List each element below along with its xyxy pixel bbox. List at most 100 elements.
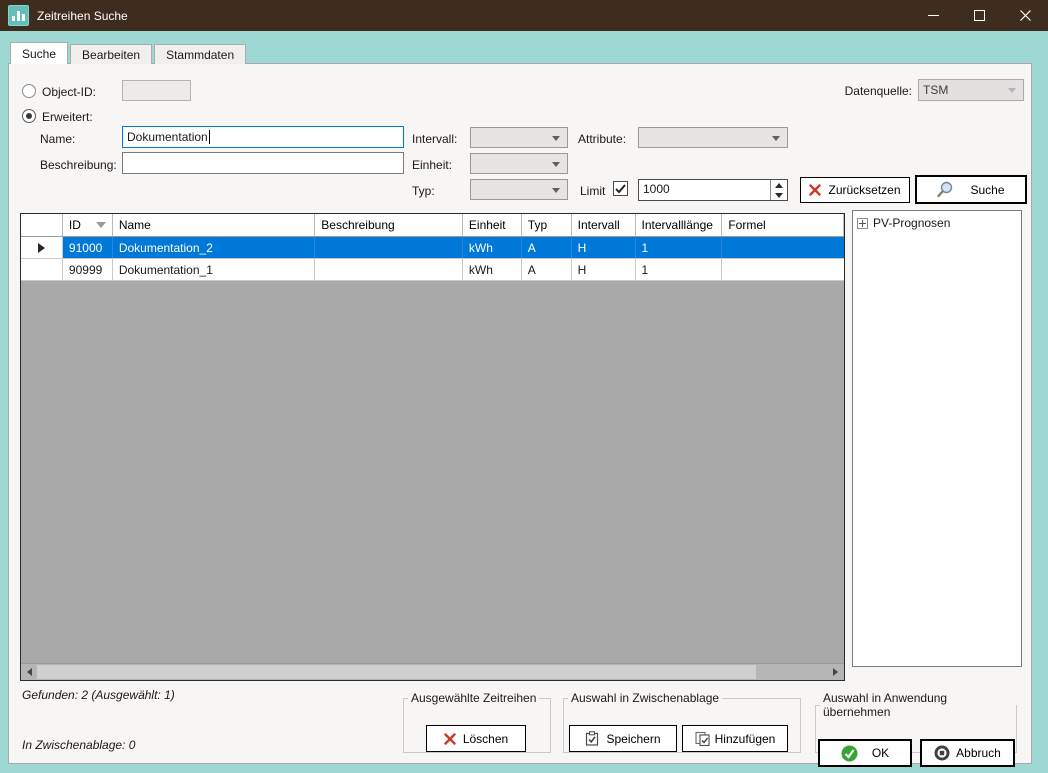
loeschen-button[interactable]: Löschen (426, 725, 526, 752)
hinzufuegen-button[interactable]: Hinzufügen (682, 725, 788, 752)
ok-button[interactable]: OK (818, 739, 912, 767)
einheit-select[interactable] (470, 153, 568, 174)
cell-formel[interactable] (722, 237, 844, 258)
cell-formel[interactable] (722, 259, 844, 280)
object-id-input[interactable] (122, 80, 191, 101)
cell-name[interactable]: Dokumentation_1 (113, 259, 315, 280)
cancel-stop-icon (934, 745, 950, 761)
name-input[interactable]: Dokumentation (122, 126, 404, 148)
grid-header-selector[interactable] (21, 214, 63, 236)
tab-suche[interactable]: Suche (10, 42, 68, 64)
results-grid: ID Name Beschreibung Einheit Typ Interva… (20, 213, 845, 681)
limit-checkbox[interactable] (613, 181, 628, 196)
table-row[interactable]: 91000 Dokumentation_2 kWh A H 1 (21, 237, 844, 259)
selected-series-group-title: Ausgewählte Zeitreihen (408, 691, 539, 705)
found-status: Gefunden: 2 (Ausgewählt: 1) (22, 688, 175, 702)
tab-strip: Suche Bearbeiten Stammdaten (10, 42, 248, 64)
limit-spinbox[interactable]: 1000 (638, 179, 788, 201)
tab-stammdaten[interactable]: Stammdaten (154, 44, 246, 64)
grid-header-einheit[interactable]: Einheit (463, 214, 522, 236)
tree-expand-icon[interactable] (857, 218, 868, 229)
minimize-icon (928, 10, 939, 21)
erweitert-radio[interactable] (22, 109, 36, 123)
window-title: Zeitreihen Suche (37, 9, 128, 23)
row-selector-cell[interactable] (21, 259, 63, 280)
cell-id[interactable]: 91000 (63, 237, 113, 258)
title-bar[interactable]: Zeitreihen Suche (0, 0, 1048, 31)
chevron-down-icon (1008, 88, 1016, 93)
search-icon (937, 181, 954, 198)
maximize-icon (974, 10, 985, 21)
spinner-buttons[interactable] (770, 180, 787, 200)
intervall-select[interactable] (470, 127, 568, 148)
cell-beschreibung[interactable] (315, 259, 463, 280)
cell-intervalllaenge[interactable]: 1 (636, 259, 723, 280)
app-window: Zeitreihen Suche Suche Bearbeiten Stammd… (0, 0, 1048, 773)
einheit-label: Einheit: (412, 158, 452, 172)
grid-header-intervalllaenge[interactable]: Intervalllänge (636, 214, 723, 236)
datenquelle-label: Datenquelle: (832, 84, 912, 98)
cell-beschreibung[interactable] (315, 237, 463, 258)
name-label: Name: (40, 132, 75, 146)
cell-intervall[interactable]: H (572, 237, 636, 258)
red-x-icon (444, 733, 456, 745)
maximize-button[interactable] (956, 0, 1002, 31)
attribute-label: Attribute: (578, 132, 626, 146)
cell-intervalllaenge[interactable]: 1 (636, 237, 723, 258)
tree-node-pv-prognosen[interactable]: PV-Prognosen (857, 216, 1017, 230)
sort-desc-icon (96, 222, 106, 228)
abbruch-button[interactable]: Abbruch (920, 739, 1015, 767)
erweitert-label: Erweitert: (42, 110, 93, 124)
spin-down-icon (771, 190, 787, 200)
minimize-button[interactable] (910, 0, 956, 31)
chevron-down-icon (552, 188, 560, 193)
row-pointer-icon (38, 243, 45, 253)
cell-id[interactable]: 90999 (63, 259, 113, 280)
scrollbar-thumb[interactable] (37, 665, 756, 679)
cell-typ[interactable]: A (522, 237, 572, 258)
grid-header-name[interactable]: Name (113, 214, 315, 236)
grid-empty-area (21, 281, 844, 663)
close-icon (1020, 10, 1031, 21)
clipboard-group: Auswahl in Zwischenablage Speichern Hinz… (563, 691, 801, 753)
category-tree: PV-Prognosen (852, 210, 1022, 667)
intervall-label: Intervall: (412, 132, 457, 146)
datenquelle-select[interactable]: TSM (918, 79, 1024, 101)
grid-header-beschreibung[interactable]: Beschreibung (315, 214, 463, 236)
table-row[interactable]: 90999 Dokumentation_1 kWh A H 1 (21, 259, 844, 281)
clipboard-group-title: Auswahl in Zwischenablage (568, 691, 722, 705)
check-icon (615, 184, 626, 194)
typ-label: Typ: (412, 184, 435, 198)
object-id-radio[interactable] (22, 84, 36, 98)
zuruecksetzen-button[interactable]: Zurücksetzen (800, 177, 910, 203)
row-selector-cell[interactable] (21, 237, 63, 258)
beschreibung-input[interactable] (122, 152, 404, 174)
close-button[interactable] (1002, 0, 1048, 31)
apply-group: Auswahl in Anwendung übernehmen OK Abbru… (815, 691, 1017, 753)
suche-button[interactable]: Suche (915, 175, 1027, 204)
tab-bearbeiten[interactable]: Bearbeiten (70, 44, 152, 64)
grid-header-formel[interactable]: Formel (722, 214, 844, 236)
cell-name[interactable]: Dokumentation_2 (113, 237, 315, 258)
scroll-right-icon[interactable] (827, 664, 844, 680)
typ-select[interactable] (470, 179, 568, 200)
cell-typ[interactable]: A (522, 259, 572, 280)
grid-header-id[interactable]: ID (63, 214, 113, 236)
scroll-left-icon[interactable] (21, 664, 38, 680)
cell-einheit[interactable]: kWh (463, 259, 522, 280)
clipboard-status: In Zwischenablage: 0 (22, 738, 135, 752)
cell-intervall[interactable]: H (572, 259, 636, 280)
app-icon (8, 5, 29, 26)
grid-header-typ[interactable]: Typ (522, 214, 572, 236)
chevron-down-icon (772, 136, 780, 141)
horizontal-scrollbar[interactable] (21, 663, 844, 680)
clipboard-add-icon (695, 731, 710, 746)
cell-einheit[interactable]: kWh (463, 237, 522, 258)
object-id-label: Object-ID: (42, 85, 96, 99)
grid-header-intervall[interactable]: Intervall (572, 214, 636, 236)
speichern-button[interactable]: Speichern (569, 725, 677, 752)
limit-label: Limit (580, 184, 605, 198)
attribute-select[interactable] (638, 127, 788, 148)
spin-up-icon (771, 180, 787, 190)
apply-group-title: Auswahl in Anwendung übernehmen (820, 691, 1016, 719)
